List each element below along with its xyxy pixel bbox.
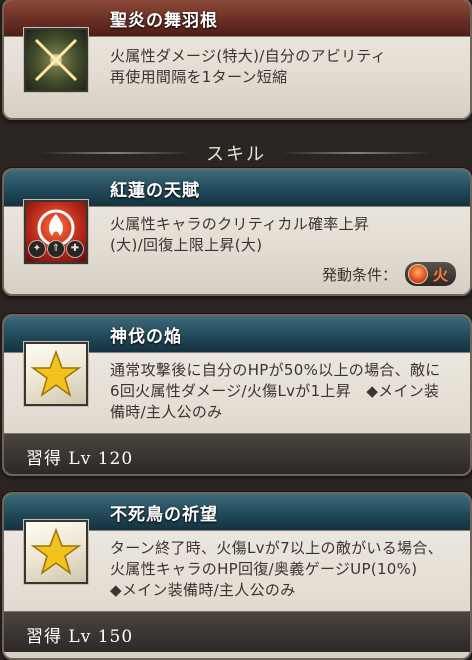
unlock-level: 習得 Lv 150 [26,627,134,647]
star-icon [24,520,88,584]
activation-condition: 発動条件： 火 [322,262,456,286]
desc-line: 再使用間隔を1ターン短縮 [110,68,288,86]
card-description: 火属性ダメージ(特大)/自分のアビリティ 再使用間隔を1ターン短縮 [110,46,386,88]
desc-line: 6回火属性ダメージ/火傷Lvが1上昇 ◆メイン装 [110,382,440,400]
section-divider-right [282,152,432,154]
fire-element-icon [407,264,428,284]
card-description: 通常攻撃後に自分のHPが50%以上の場合、敵に 6回火属性ダメージ/火傷Lvが1… [110,360,441,423]
desc-line: 火属性ダメージ(特大)/自分のアビリティ [110,47,387,65]
card-title: 不死鳥の祈望 [110,505,218,525]
crit-mini-icon: ✦ [28,240,46,258]
heal-mini-icon: ✚ [66,240,84,258]
unlock-level-bar: 習得 Lv 120 [4,433,470,474]
card-description: 火属性キャラのクリティカル確率上昇 (大)/回復上限上昇(大) [110,214,369,256]
desc-line: ◆メイン装備時/主人公のみ [110,581,296,599]
desc-line: 備時/主人公のみ [110,403,223,421]
star-icon [24,342,88,406]
up-mini-icon: ⇑ [47,240,65,258]
crossed-swords-icon [24,28,88,92]
flame-icon: ✦ ⇑ ✚ [24,200,88,264]
card-title: 聖炎の舞羽根 [110,11,218,31]
desc-line: (大)/回復上限上昇(大) [110,236,263,254]
desc-line: ターン終了時、火傷Lvが7以上の敵がいる場合、 [110,539,443,557]
unlock-level-bar: 習得 Lv 150 [4,611,470,652]
card-description: ターン終了時、火傷Lvが7以上の敵がいる場合、 火属性キャラのHP回復/奥義ゲー… [110,538,443,601]
skill-card-3[interactable]: 不死鳥の祈望 ターン終了時、火傷Lvが7以上の敵がいる場合、 火属性キャラのHP… [2,492,472,660]
card-title: 紅蓮の天賦 [110,181,200,201]
desc-line: 火属性キャラのHP回復/奥義ゲージUP(10%) [110,560,418,578]
unlock-level: 習得 Lv 120 [26,449,134,469]
element-pill: 火 [404,262,456,286]
skill-card-1[interactable]: 紅蓮の天賦 ✦ ⇑ ✚ 火属性キャラのクリティカル確率上昇 (大)/回復上限上昇… [2,168,472,296]
element-text: 火 [432,265,448,284]
skill-card-2[interactable]: 神伐の焔 通常攻撃後に自分のHPが50%以上の場合、敵に 6回火属性ダメージ/火… [2,314,472,476]
ability-card-1[interactable]: 聖炎の舞羽根 火属性ダメージ(特大)/自分のアビリティ 再使用間隔を1ターン短縮 [2,0,472,120]
desc-line: 火属性キャラのクリティカル確率上昇 [110,215,370,233]
card-title: 神伐の焔 [110,327,182,347]
desc-line: 通常攻撃後に自分のHPが50%以上の場合、敵に [110,361,441,379]
condition-label: 発動条件： [321,265,397,284]
